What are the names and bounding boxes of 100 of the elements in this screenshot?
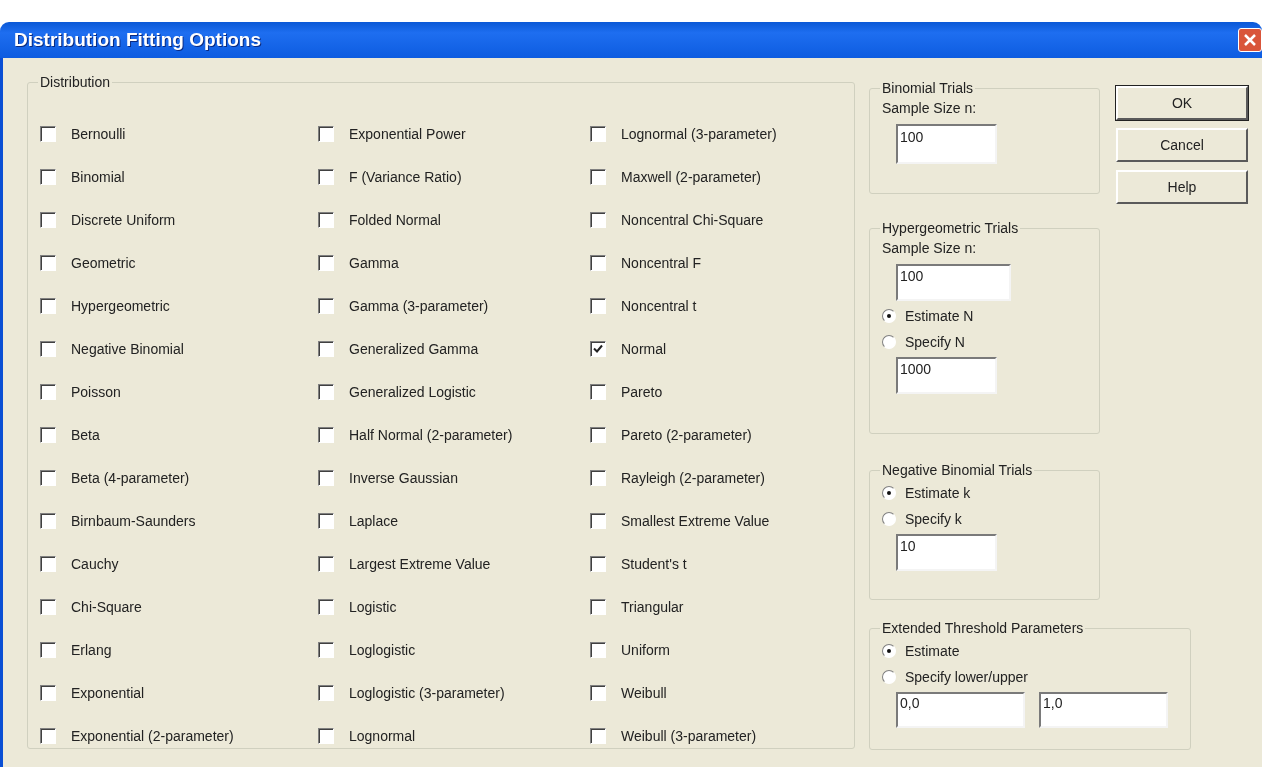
checkbox[interactable] <box>318 512 334 529</box>
input-field[interactable]: 100 <box>896 264 1011 301</box>
checkbox[interactable] <box>318 641 334 658</box>
checkbox-label: F (Variance Ratio) <box>349 168 462 185</box>
radio-label: Specify N <box>905 334 965 350</box>
checkbox-label: Normal <box>621 340 667 357</box>
input-field[interactable]: 1000 <box>896 357 997 394</box>
group-title: Hypergeometric Trials <box>881 220 1020 236</box>
checkbox[interactable] <box>318 684 334 701</box>
radio-button[interactable] <box>882 512 896 526</box>
checkbox[interactable] <box>40 254 56 271</box>
checkbox-label: Gamma (3-parameter) <box>349 297 489 314</box>
checkbox[interactable] <box>40 512 56 529</box>
dialog-button[interactable]: Cancel <box>1116 128 1248 162</box>
dialog-button[interactable]: OK <box>1116 86 1248 120</box>
checkbox[interactable] <box>318 297 334 314</box>
checkbox[interactable] <box>590 297 606 314</box>
checkbox[interactable] <box>318 598 334 615</box>
checkbox[interactable] <box>318 727 334 744</box>
input-field[interactable]: 0,0 <box>896 692 1025 728</box>
checkbox-label: Uniform <box>621 641 670 658</box>
checkbox-label: Triangular <box>621 598 684 615</box>
checkbox[interactable] <box>590 383 606 400</box>
checkbox-label: Geometric <box>71 254 136 271</box>
checkbox-label: Pareto <box>621 383 663 400</box>
checkbox-label: Generalized Logistic <box>349 383 476 400</box>
checkbox-label: Chi-Square <box>71 598 142 615</box>
input-field[interactable]: 10 <box>896 534 997 571</box>
checkbox[interactable] <box>590 684 606 701</box>
checkbox[interactable] <box>590 211 606 228</box>
checkbox[interactable] <box>318 211 334 228</box>
checkbox[interactable] <box>40 340 56 357</box>
checkbox[interactable] <box>318 340 334 357</box>
radio-label: Specify lower/upper <box>905 669 1028 685</box>
checkbox-label: Weibull <box>621 684 667 701</box>
checkbox-label: Erlang <box>71 641 112 658</box>
checkbox[interactable] <box>318 555 334 572</box>
checkbox[interactable] <box>40 125 56 142</box>
checkbox[interactable] <box>40 727 56 744</box>
checkbox[interactable] <box>318 426 334 443</box>
checkbox[interactable] <box>40 383 56 400</box>
checkbox[interactable] <box>40 684 56 701</box>
checkbox-label: Folded Normal <box>349 211 441 228</box>
checkbox[interactable] <box>40 598 56 615</box>
checkbox[interactable] <box>590 168 606 185</box>
field-label: Sample Size n: <box>882 100 977 116</box>
checkbox[interactable] <box>40 211 56 228</box>
radio-label: Specify k <box>905 511 962 527</box>
checkbox[interactable] <box>40 555 56 572</box>
checkbox-label: Discrete Uniform <box>71 211 176 228</box>
checkbox[interactable] <box>40 469 56 486</box>
checkbox-label: Largest Extreme Value <box>349 555 491 572</box>
checkbox-label: Gamma <box>349 254 399 271</box>
checkbox[interactable] <box>40 168 56 185</box>
radio-button[interactable] <box>882 644 896 658</box>
checkbox[interactable] <box>318 383 334 400</box>
checkbox[interactable] <box>318 469 334 486</box>
dialog-button[interactable]: Help <box>1116 170 1248 204</box>
checkbox[interactable] <box>590 426 606 443</box>
checkbox-label: Half Normal (2-parameter) <box>349 426 513 443</box>
checkbox-label: Lognormal (3-parameter) <box>621 125 777 142</box>
radio-button[interactable] <box>882 670 896 684</box>
checkbox[interactable] <box>590 125 606 142</box>
close-icon <box>1243 33 1257 47</box>
group-title: Distribution <box>39 74 112 90</box>
checkbox-label: Negative Binomial <box>71 340 184 357</box>
close-button[interactable] <box>1238 28 1262 52</box>
group-title: Binomial Trials <box>881 80 975 96</box>
radio-button[interactable] <box>882 309 896 323</box>
checkbox[interactable] <box>590 254 606 271</box>
checkbox-label: Noncentral F <box>621 254 702 271</box>
checkbox[interactable] <box>318 254 334 271</box>
checkbox[interactable] <box>590 641 606 658</box>
checkbox[interactable] <box>590 555 606 572</box>
checkbox[interactable] <box>590 469 606 486</box>
checkbox[interactable] <box>590 598 606 615</box>
checkbox[interactable] <box>318 125 334 142</box>
window-title: Distribution Fitting Options <box>13 29 261 51</box>
checkbox-label: Poisson <box>71 383 121 400</box>
radio-button[interactable] <box>882 486 896 500</box>
input-field[interactable]: 1,0 <box>1039 692 1168 728</box>
checkbox-label: Lognormal <box>349 727 416 744</box>
input-field[interactable]: 100 <box>896 124 997 164</box>
checkbox[interactable] <box>318 168 334 185</box>
checkbox-label: Inverse Gaussian <box>349 469 458 486</box>
checkbox[interactable] <box>590 727 606 744</box>
checkbox-label: Student's t <box>621 555 687 572</box>
checkbox[interactable] <box>590 512 606 529</box>
checkbox[interactable] <box>40 426 56 443</box>
checkbox[interactable] <box>590 340 606 357</box>
radio-button[interactable] <box>882 335 896 349</box>
checkbox-label: Exponential <box>71 684 145 701</box>
radio-label: Estimate <box>905 643 960 659</box>
checkbox[interactable] <box>40 297 56 314</box>
checkbox-label: Hypergeometric <box>71 297 170 314</box>
checkbox-label: Binomial <box>71 168 125 185</box>
checkbox-label: Weibull (3-parameter) <box>621 727 757 744</box>
checkbox-label: Beta <box>71 426 100 443</box>
checkbox-label: Pareto (2-parameter) <box>621 426 752 443</box>
checkbox[interactable] <box>40 641 56 658</box>
